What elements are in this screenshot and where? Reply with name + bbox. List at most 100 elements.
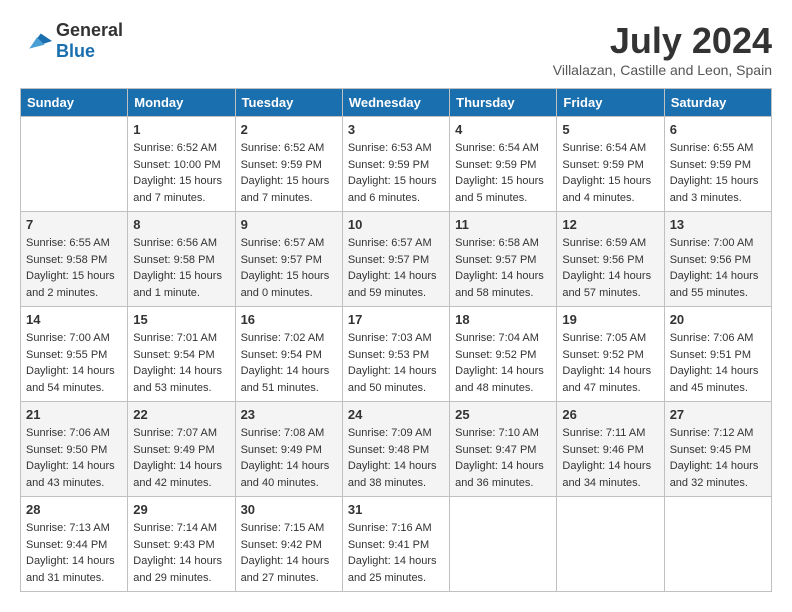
calendar-cell [21, 117, 128, 212]
calendar-cell: 9 Sunrise: 6:57 AMSunset: 9:57 PMDaylight… [235, 212, 342, 307]
day-number: 26 [562, 407, 658, 422]
cell-content: Sunrise: 6:57 AMSunset: 9:57 PMDaylight:… [348, 235, 444, 301]
calendar-cell: 16 Sunrise: 7:02 AMSunset: 9:54 PMDayligh… [235, 307, 342, 402]
calendar-table: SundayMondayTuesdayWednesdayThursdayFrid… [20, 88, 772, 592]
cell-content: Sunrise: 7:13 AMSunset: 9:44 PMDaylight:… [26, 520, 122, 586]
cell-content: Sunrise: 7:15 AMSunset: 9:42 PMDaylight:… [241, 520, 337, 586]
calendar-cell: 22 Sunrise: 7:07 AMSunset: 9:49 PMDayligh… [128, 402, 235, 497]
cell-content: Sunrise: 7:04 AMSunset: 9:52 PMDaylight:… [455, 330, 551, 396]
calendar-body: 1 Sunrise: 6:52 AMSunset: 10:00 PMDayligh… [21, 117, 772, 592]
cell-content: Sunrise: 6:52 AMSunset: 10:00 PMDaylight… [133, 140, 229, 206]
calendar-cell: 21 Sunrise: 7:06 AMSunset: 9:50 PMDayligh… [21, 402, 128, 497]
title-area: July 2024 Villalazan, Castille and Leon,… [553, 20, 772, 78]
calendar-cell: 14Sunrise: 7:00 AMSunset: 9:55 PMDayligh… [21, 307, 128, 402]
day-header-sunday: Sunday [21, 89, 128, 117]
location-title: Villalazan, Castille and Leon, Spain [553, 62, 772, 78]
cell-content: Sunrise: 6:52 AMSunset: 9:59 PMDaylight:… [241, 140, 337, 206]
calendar-cell: 23 Sunrise: 7:08 AMSunset: 9:49 PMDayligh… [235, 402, 342, 497]
calendar-cell: 15 Sunrise: 7:01 AMSunset: 9:54 PMDayligh… [128, 307, 235, 402]
calendar-cell: 4 Sunrise: 6:54 AMSunset: 9:59 PMDaylight… [450, 117, 557, 212]
page-header: General Blue July 2024 Villalazan, Casti… [20, 20, 772, 78]
day-number: 22 [133, 407, 229, 422]
cell-content: Sunrise: 7:14 AMSunset: 9:43 PMDaylight:… [133, 520, 229, 586]
calendar-cell: 12 Sunrise: 6:59 AMSunset: 9:56 PMDayligh… [557, 212, 664, 307]
day-number: 20 [670, 312, 766, 327]
calendar-cell: 11Sunrise: 6:58 AMSunset: 9:57 PMDayligh… [450, 212, 557, 307]
logo-blue: Blue [56, 41, 95, 61]
day-number: 30 [241, 502, 337, 517]
calendar-cell [450, 497, 557, 592]
cell-content: Sunrise: 6:54 AMSunset: 9:59 PMDaylight:… [455, 140, 551, 206]
cell-content: Sunrise: 7:09 AMSunset: 9:48 PMDaylight:… [348, 425, 444, 491]
calendar-cell: 13 Sunrise: 7:00 AMSunset: 9:56 PMDayligh… [664, 212, 771, 307]
calendar-week-4: 21 Sunrise: 7:06 AMSunset: 9:50 PMDayligh… [21, 402, 772, 497]
calendar-cell: 6Sunrise: 6:55 AMSunset: 9:59 PMDaylight… [664, 117, 771, 212]
calendar-cell: 31Sunrise: 7:16 AMSunset: 9:41 PMDayligh… [342, 497, 449, 592]
cell-content: Sunrise: 6:57 AMSunset: 9:57 PMDaylight:… [241, 235, 337, 301]
day-number: 1 [133, 122, 229, 137]
calendar-week-2: 7Sunrise: 6:55 AMSunset: 9:58 PMDaylight… [21, 212, 772, 307]
logo-icon [22, 29, 52, 53]
logo: General Blue [20, 20, 123, 62]
calendar-cell: 20 Sunrise: 7:06 AMSunset: 9:51 PMDayligh… [664, 307, 771, 402]
day-number: 28 [26, 502, 122, 517]
calendar-cell: 24 Sunrise: 7:09 AMSunset: 9:48 PMDayligh… [342, 402, 449, 497]
day-header-thursday: Thursday [450, 89, 557, 117]
cell-content: Sunrise: 7:08 AMSunset: 9:49 PMDaylight:… [241, 425, 337, 491]
day-number: 16 [241, 312, 337, 327]
cell-content: Sunrise: 7:05 AMSunset: 9:52 PMDaylight:… [562, 330, 658, 396]
calendar-cell [557, 497, 664, 592]
day-header-tuesday: Tuesday [235, 89, 342, 117]
cell-content: Sunrise: 7:16 AMSunset: 9:41 PMDaylight:… [348, 520, 444, 586]
day-number: 11 [455, 217, 551, 232]
day-number: 17 [348, 312, 444, 327]
calendar-cell: 7Sunrise: 6:55 AMSunset: 9:58 PMDaylight… [21, 212, 128, 307]
calendar-cell: 2 Sunrise: 6:52 AMSunset: 9:59 PMDaylight… [235, 117, 342, 212]
cell-content: Sunrise: 7:10 AMSunset: 9:47 PMDaylight:… [455, 425, 551, 491]
calendar-cell: 29 Sunrise: 7:14 AMSunset: 9:43 PMDayligh… [128, 497, 235, 592]
calendar-cell: 19Sunrise: 7:05 AMSunset: 9:52 PMDayligh… [557, 307, 664, 402]
day-number: 2 [241, 122, 337, 137]
day-number: 29 [133, 502, 229, 517]
calendar-cell: 25 Sunrise: 7:10 AMSunset: 9:47 PMDayligh… [450, 402, 557, 497]
calendar-cell: 3Sunrise: 6:53 AMSunset: 9:59 PMDaylight… [342, 117, 449, 212]
calendar-week-5: 28 Sunrise: 7:13 AMSunset: 9:44 PMDayligh… [21, 497, 772, 592]
calendar-cell [664, 497, 771, 592]
calendar-cell: 5Sunrise: 6:54 AMSunset: 9:59 PMDaylight… [557, 117, 664, 212]
cell-content: Sunrise: 7:11 AMSunset: 9:46 PMDaylight:… [562, 425, 658, 491]
calendar-cell: 27Sunrise: 7:12 AMSunset: 9:45 PMDayligh… [664, 402, 771, 497]
calendar-cell: 8 Sunrise: 6:56 AMSunset: 9:58 PMDaylight… [128, 212, 235, 307]
cell-content: Sunrise: 6:56 AMSunset: 9:58 PMDaylight:… [133, 235, 229, 301]
day-number: 9 [241, 217, 337, 232]
calendar-cell: 10Sunrise: 6:57 AMSunset: 9:57 PMDayligh… [342, 212, 449, 307]
day-number: 23 [241, 407, 337, 422]
cell-content: Sunrise: 7:06 AMSunset: 9:50 PMDaylight:… [26, 425, 122, 491]
day-number: 3 [348, 122, 444, 137]
cell-content: Sunrise: 7:00 AMSunset: 9:55 PMDaylight:… [26, 330, 122, 396]
day-number: 27 [670, 407, 766, 422]
calendar-cell: 18Sunrise: 7:04 AMSunset: 9:52 PMDayligh… [450, 307, 557, 402]
day-header-friday: Friday [557, 89, 664, 117]
cell-content: Sunrise: 7:06 AMSunset: 9:51 PMDaylight:… [670, 330, 766, 396]
cell-content: Sunrise: 7:00 AMSunset: 9:56 PMDaylight:… [670, 235, 766, 301]
day-number: 8 [133, 217, 229, 232]
logo-general: General [56, 20, 123, 40]
day-number: 7 [26, 217, 122, 232]
day-number: 13 [670, 217, 766, 232]
month-title: July 2024 [553, 20, 772, 62]
cell-content: Sunrise: 6:59 AMSunset: 9:56 PMDaylight:… [562, 235, 658, 301]
day-number: 24 [348, 407, 444, 422]
day-number: 15 [133, 312, 229, 327]
day-number: 21 [26, 407, 122, 422]
cell-content: Sunrise: 7:03 AMSunset: 9:53 PMDaylight:… [348, 330, 444, 396]
day-number: 12 [562, 217, 658, 232]
calendar-header-row: SundayMondayTuesdayWednesdayThursdayFrid… [21, 89, 772, 117]
day-number: 25 [455, 407, 551, 422]
cell-content: Sunrise: 7:01 AMSunset: 9:54 PMDaylight:… [133, 330, 229, 396]
calendar-cell: 1 Sunrise: 6:52 AMSunset: 10:00 PMDayligh… [128, 117, 235, 212]
calendar-week-1: 1 Sunrise: 6:52 AMSunset: 10:00 PMDayligh… [21, 117, 772, 212]
cell-content: Sunrise: 7:07 AMSunset: 9:49 PMDaylight:… [133, 425, 229, 491]
day-number: 4 [455, 122, 551, 137]
cell-content: Sunrise: 7:02 AMSunset: 9:54 PMDaylight:… [241, 330, 337, 396]
day-number: 6 [670, 122, 766, 137]
